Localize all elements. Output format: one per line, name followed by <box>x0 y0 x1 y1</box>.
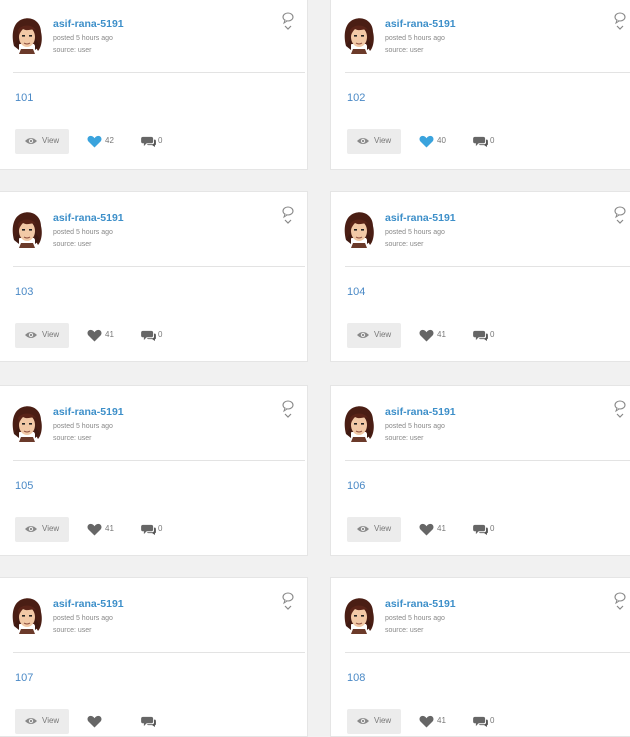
post-source: source: user <box>53 627 92 634</box>
posted-time: posted 5 hours ago <box>53 229 113 236</box>
author-name[interactable]: asif-rana-5191 <box>385 18 456 30</box>
view-button[interactable]: View <box>347 323 401 348</box>
post-title[interactable]: 103 <box>15 286 33 298</box>
posted-time: posted 5 hours ago <box>385 229 445 236</box>
view-label: View <box>42 136 60 145</box>
comment-count: 0 <box>158 136 163 145</box>
avatar[interactable] <box>342 210 376 248</box>
posted-time: posted 5 hours ago <box>53 615 113 622</box>
comment-count: 0 <box>490 524 495 533</box>
view-button[interactable]: View <box>347 129 401 154</box>
post-card: asif-rana-5191 posted 5 hours ago source: … <box>330 0 630 170</box>
view-label: View <box>42 330 60 339</box>
like-count: 42 <box>105 136 114 145</box>
post-card: asif-rana-5191 posted 5 hours ago source: … <box>0 191 308 362</box>
author-name[interactable]: asif-rana-5191 <box>53 212 124 224</box>
post-source: source: user <box>385 47 424 54</box>
divider <box>13 460 305 461</box>
post-source: source: user <box>53 241 92 248</box>
view-button[interactable]: View <box>15 129 69 154</box>
view-button[interactable]: View <box>15 517 69 542</box>
view-label: View <box>374 136 392 145</box>
posted-time: posted 5 hours ago <box>53 423 113 430</box>
post-card: asif-rana-5191 posted 5 hours ago source: … <box>330 577 630 737</box>
post-title[interactable]: 107 <box>15 672 33 684</box>
post-title[interactable]: 101 <box>15 92 33 104</box>
author-name[interactable]: asif-rana-5191 <box>53 406 124 418</box>
comment-count: 0 <box>490 330 495 339</box>
posted-time: posted 5 hours ago <box>385 615 445 622</box>
post-source: source: user <box>385 435 424 442</box>
view-button[interactable]: View <box>347 709 401 734</box>
divider <box>13 652 305 653</box>
post-card: asif-rana-5191 posted 5 hours ago source: … <box>0 577 308 737</box>
divider <box>345 72 630 73</box>
like-count: 40 <box>437 136 446 145</box>
author-name[interactable]: asif-rana-5191 <box>385 212 456 224</box>
post-title[interactable]: 104 <box>347 286 365 298</box>
post-source: source: user <box>53 47 92 54</box>
comment-count: 0 <box>490 136 495 145</box>
like-count: 41 <box>105 330 114 339</box>
comment-menu-icon[interactable] <box>281 205 295 227</box>
view-label: View <box>374 330 392 339</box>
divider <box>345 460 630 461</box>
comment-menu-icon[interactable] <box>281 591 295 613</box>
divider <box>345 652 630 653</box>
post-source: source: user <box>53 435 92 442</box>
author-name[interactable]: asif-rana-5191 <box>53 18 124 30</box>
author-name[interactable]: asif-rana-5191 <box>53 598 124 610</box>
view-label: View <box>42 524 60 533</box>
comment-count: 0 <box>158 330 163 339</box>
avatar[interactable] <box>10 210 44 248</box>
view-button[interactable]: View <box>347 517 401 542</box>
avatar[interactable] <box>10 16 44 54</box>
post-card: asif-rana-5191 posted 5 hours ago source: … <box>0 0 308 170</box>
avatar[interactable] <box>342 596 376 634</box>
post-title[interactable]: 108 <box>347 672 365 684</box>
view-button[interactable]: View <box>15 323 69 348</box>
comment-menu-icon[interactable] <box>613 591 627 613</box>
post-title[interactable]: 106 <box>347 480 365 492</box>
post-card: asif-rana-5191 posted 5 hours ago source: … <box>0 385 308 556</box>
avatar[interactable] <box>10 404 44 442</box>
comment-menu-icon[interactable] <box>281 399 295 421</box>
post-card: asif-rana-5191 posted 5 hours ago source: … <box>330 385 630 556</box>
like-count: 41 <box>105 524 114 533</box>
like-count: 41 <box>437 524 446 533</box>
divider <box>13 266 305 267</box>
comment-menu-icon[interactable] <box>613 11 627 33</box>
posted-time: posted 5 hours ago <box>385 35 445 42</box>
like-count: 41 <box>437 330 446 339</box>
author-name[interactable]: asif-rana-5191 <box>385 598 456 610</box>
avatar[interactable] <box>342 404 376 442</box>
posted-time: posted 5 hours ago <box>53 35 113 42</box>
view-label: View <box>374 524 392 533</box>
post-card: asif-rana-5191 posted 5 hours ago source: … <box>330 191 630 362</box>
post-title[interactable]: 102 <box>347 92 365 104</box>
comment-count: 0 <box>158 524 163 533</box>
avatar[interactable] <box>342 16 376 54</box>
post-title[interactable]: 105 <box>15 480 33 492</box>
comment-menu-icon[interactable] <box>281 11 295 33</box>
view-button[interactable]: View <box>15 709 69 734</box>
post-source: source: user <box>385 241 424 248</box>
avatar[interactable] <box>10 596 44 634</box>
post-source: source: user <box>385 627 424 634</box>
posted-time: posted 5 hours ago <box>385 423 445 430</box>
divider <box>345 266 630 267</box>
comment-menu-icon[interactable] <box>613 205 627 227</box>
divider <box>13 72 305 73</box>
comment-menu-icon[interactable] <box>613 399 627 421</box>
author-name[interactable]: asif-rana-5191 <box>385 406 456 418</box>
